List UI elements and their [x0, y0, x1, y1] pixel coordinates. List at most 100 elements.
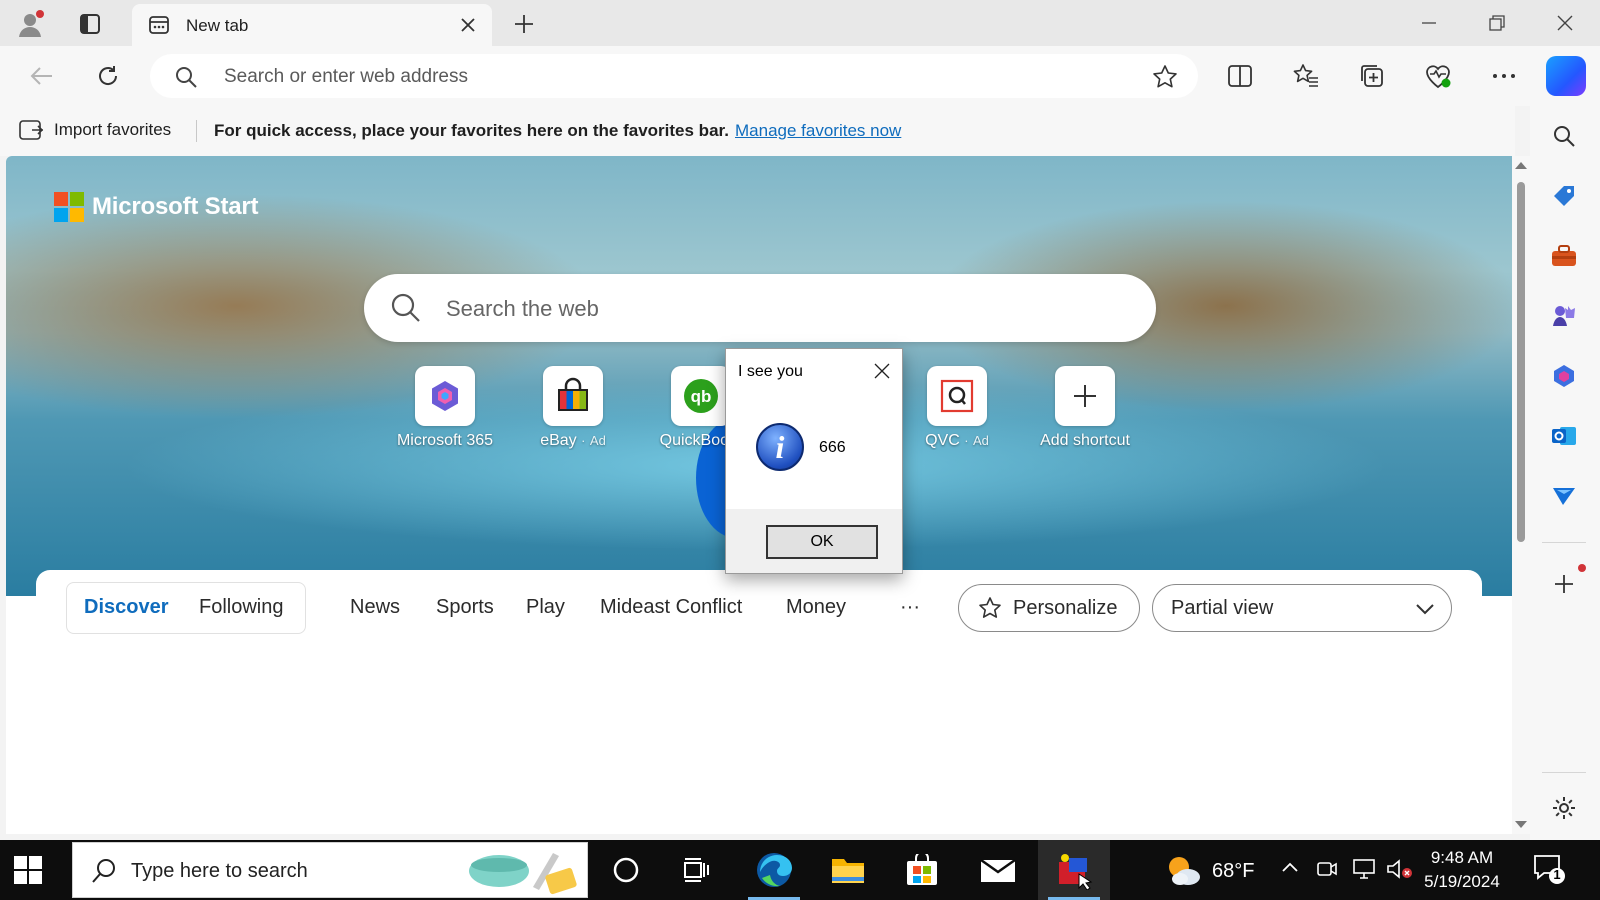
edge-browser-icon[interactable]: [738, 840, 810, 900]
split-screen-icon[interactable]: [1222, 58, 1258, 94]
more-icon[interactable]: [1486, 58, 1522, 94]
tab-sports[interactable]: Sports: [436, 596, 494, 619]
microsoft-start-logo[interactable]: Microsoft Start: [54, 192, 259, 222]
tab-play[interactable]: Play: [526, 596, 565, 619]
browser-essentials-icon[interactable]: [1420, 58, 1456, 94]
tile-microsoft-365[interactable]: Microsoft 365: [380, 366, 510, 456]
chevron-down-icon: [1415, 599, 1435, 622]
tab-news[interactable]: News: [350, 596, 400, 619]
volume-muted-icon[interactable]: [1386, 858, 1414, 885]
tile-icon-box: [415, 366, 475, 426]
tile-label: eBay · Ad: [540, 432, 606, 449]
dialog-message: 666: [819, 439, 846, 456]
m365-icon[interactable]: [1546, 358, 1582, 394]
address-bar[interactable]: Search or enter web address: [150, 54, 1198, 98]
ok-button[interactable]: OK: [766, 525, 878, 559]
settings-icon[interactable]: [1546, 790, 1582, 826]
tile-qvc[interactable]: QVC · Ad: [892, 366, 1022, 456]
info-icon: i: [756, 423, 804, 471]
outlook-icon[interactable]: [1546, 418, 1582, 454]
running-app-icon[interactable]: [1038, 840, 1110, 900]
microsoft-logo-icon: [54, 192, 84, 222]
weather-widget[interactable]: 68°F: [1164, 854, 1254, 888]
tile-label: Add shortcut: [1040, 432, 1130, 449]
tile-icon-box: qb: [671, 366, 731, 426]
add-icon[interactable]: [1546, 566, 1582, 602]
tile-ebay[interactable]: eBay · Ad: [508, 366, 638, 456]
windows-start-icon[interactable]: [14, 856, 42, 889]
partly-cloudy-icon: [1169, 857, 1200, 885]
search-icon[interactable]: [1546, 118, 1582, 154]
clock-time: 9:48 AM: [1430, 848, 1494, 867]
action-center-icon[interactable]: 1: [1532, 852, 1566, 891]
favorites-icon[interactable]: [1288, 58, 1324, 94]
dialog-title: I see you: [738, 363, 803, 380]
close-window-icon[interactable]: [1540, 6, 1590, 40]
tab-new-tab[interactable]: New tab: [132, 4, 492, 46]
scroll-down-arrow[interactable]: [1515, 821, 1527, 828]
import-favorites-button[interactable]: Import favorites: [18, 118, 171, 142]
favorites-bar: Import favorites For quick access, place…: [0, 106, 1515, 156]
taskbar-clock[interactable]: 9:48 AM 5/19/2024: [1412, 846, 1512, 894]
restore-icon[interactable]: [1472, 6, 1522, 40]
file-explorer-icon[interactable]: [812, 840, 884, 900]
divider: [1542, 542, 1586, 543]
new-tab-button[interactable]: [508, 8, 540, 40]
notification-count: 1: [1553, 867, 1561, 882]
cortana-icon[interactable]: [590, 840, 662, 900]
network-icon[interactable]: [1352, 858, 1378, 885]
taskbar-search-box[interactable]: Type here to search: [72, 842, 588, 898]
divider: [1542, 772, 1586, 773]
mail-icon[interactable]: [962, 840, 1034, 900]
games-icon[interactable]: [1546, 298, 1582, 334]
tools-icon[interactable]: [1546, 238, 1582, 274]
minimize-icon[interactable]: [1404, 6, 1454, 40]
scroll-thumb[interactable]: [1517, 182, 1525, 542]
personalize-button[interactable]: Personalize: [958, 584, 1140, 632]
more-tabs-button[interactable]: ···: [900, 596, 920, 619]
personalize-label: Personalize: [1013, 596, 1118, 619]
manage-favorites-link[interactable]: Manage favorites now: [735, 121, 901, 141]
task-view-icon[interactable]: [660, 840, 732, 900]
import-favorites-label: Import favorites: [54, 120, 172, 139]
tile-add-shortcut[interactable]: Add shortcut: [1020, 366, 1150, 456]
sparkle-star-icon: [979, 597, 1001, 618]
microsoft-store-icon[interactable]: [886, 840, 958, 900]
refresh-icon[interactable]: [90, 58, 126, 94]
clock-date: 5/19/2024: [1424, 872, 1500, 891]
view-mode-select[interactable]: Partial view: [1152, 584, 1452, 632]
back-icon[interactable]: [24, 58, 60, 94]
web-search-placeholder: Search the web: [446, 296, 599, 321]
tab-money[interactable]: Money: [786, 596, 846, 619]
close-icon[interactable]: [456, 13, 480, 37]
tab-following[interactable]: Following: [199, 596, 283, 619]
tab-discover[interactable]: Discover: [84, 596, 169, 619]
tab-actions-icon[interactable]: [74, 8, 106, 40]
copilot-icon[interactable]: [1546, 56, 1586, 96]
shopping-tag-icon[interactable]: [1546, 178, 1582, 214]
scroll-up-arrow[interactable]: [1515, 162, 1527, 169]
favorites-bar-message: For quick access, place your favorites h…: [214, 121, 729, 140]
shopping-bag-icon: [558, 377, 588, 411]
profile-icon[interactable]: [14, 8, 46, 40]
tile-label: Microsoft 365: [396, 432, 494, 449]
notification-dot: [1578, 564, 1586, 572]
windows-taskbar: Type here to search 68°F 9:48 AM 5/19/20…: [0, 840, 1600, 900]
meet-now-icon[interactable]: [1316, 858, 1338, 885]
favorite-star-icon[interactable]: [1152, 64, 1178, 95]
brand-label: Microsoft Start: [92, 193, 259, 220]
search-highlight-icon: [463, 847, 581, 900]
chevron-up-icon[interactable]: [1280, 858, 1300, 883]
web-search-box[interactable]: Search the web: [364, 274, 1156, 342]
address-placeholder: Search or enter web address: [224, 66, 468, 87]
page-scrollbar[interactable]: [1512, 156, 1530, 834]
weather-temp: 68°F: [1212, 859, 1255, 882]
search-icon: [91, 857, 117, 890]
close-icon[interactable]: [870, 359, 894, 383]
tab-mideast-conflict[interactable]: Mideast Conflict: [600, 596, 742, 619]
search-icon: [174, 65, 198, 94]
dialog-titlebar[interactable]: I see you: [726, 349, 902, 393]
collections-icon[interactable]: [1354, 58, 1390, 94]
message-box-dialog: I see you i 666 OK: [725, 348, 903, 574]
drop-icon[interactable]: [1546, 478, 1582, 514]
